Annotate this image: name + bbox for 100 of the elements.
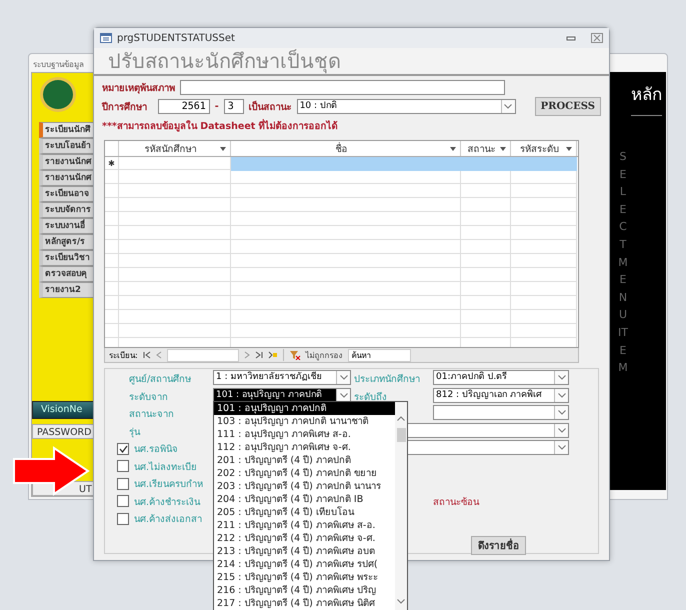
dropdown-option[interactable]: 202 : ปริญญาตรี (4 ปี) ภาคปกติ ขยาย — [214, 467, 395, 480]
next-record-icon[interactable] — [244, 351, 250, 359]
field-label: หมายเหตุพ้นสภาพ — [102, 82, 175, 95]
checkbox-label: นศ.ไม่ลงทะเบีย — [134, 460, 198, 474]
chevron-icon — [340, 392, 348, 398]
sidebar-item[interactable]: ระบบงานอื่ — [39, 218, 95, 234]
first-record-icon[interactable] — [142, 351, 151, 359]
checkbox-label: นศ.ค้างส่งเอกสา — [134, 513, 202, 526]
campus-combo[interactable]: 1 : มหาวิทยาลัยราชภัฏเชีย — [213, 370, 351, 385]
close-icon[interactable] — [591, 33, 603, 43]
sidebar-item[interactable]: รายงาน2 — [39, 282, 95, 298]
dropdown-option[interactable]: 213 : ปริญญาตรี (4 ปี) ภาคพิเศษ อบต — [214, 545, 395, 558]
chevron-icon — [558, 392, 566, 398]
dropdown-option[interactable]: 214 : ปริญญาตรี (4 ปี) ภาคพิเศษ รปศ( — [214, 558, 395, 571]
window-title: prgSTUDENTSTATUSSet — [117, 32, 236, 44]
status-from-combo[interactable] — [433, 405, 569, 420]
dropdown-option[interactable]: 112 : อนุปริญญา ภาคพิเศษ จ-ศ. — [214, 441, 395, 454]
checkbox[interactable] — [117, 512, 129, 525]
navigator-label: ระเบียน: — [109, 350, 138, 362]
emblem-icon — [40, 77, 76, 112]
last-record-icon[interactable] — [254, 351, 263, 359]
dropdown-option[interactable]: 203 : ปริญญาตรี (4 ปี) ภาคปกติ นานาร — [214, 480, 395, 493]
column-header[interactable]: รหัสระดับ — [511, 141, 577, 156]
field-label: รุ่น — [128, 426, 142, 440]
caret-icon — [220, 146, 226, 150]
dropdown-option[interactable]: 103 : อนุปริญญา ภาคปกติ นานาชาติ — [214, 415, 395, 428]
form-heading: ปรับสถานะนักศึกษาเป็นชุด — [94, 48, 609, 76]
caret-icon — [500, 146, 506, 150]
panel-title: หลัก — [631, 80, 662, 116]
filter-toggle[interactable]: ไม่ถูกกรอง — [306, 348, 343, 362]
sidebar-item[interactable]: ระบบจัดการ — [39, 202, 95, 218]
scrollbar[interactable] — [395, 402, 407, 610]
type-combo[interactable]: 01:ภาคปกติ ป.ตรี — [433, 370, 569, 385]
checkbox[interactable] — [117, 478, 129, 490]
checkbox-label: นศ.เรียนครบกำห — [134, 478, 204, 492]
status-combo[interactable]: 10 : ปกติ — [296, 99, 516, 114]
window-title: ระบบฐานข้อมูล — [32, 59, 85, 71]
input-field[interactable] — [180, 80, 505, 95]
level-from-combo[interactable]: 101 : อนุปริญญา ภาคปกติ — [213, 388, 351, 402]
search-field[interactable]: ค้นหา — [348, 348, 411, 362]
sidebar-item[interactable]: รายงานนักศ — [39, 154, 95, 170]
separator-text: - — [214, 101, 219, 112]
input-field[interactable]: 2561 — [158, 99, 210, 114]
form-icon — [100, 33, 112, 43]
sidebar-item[interactable]: ระบบโอนย้า — [39, 138, 95, 154]
dropdown-option[interactable]: 101 : อนุปริญญา ภาคปกติ — [214, 402, 395, 415]
field-label: ระดับถึง — [353, 390, 388, 405]
previous-record-icon[interactable] — [156, 351, 162, 359]
sidebar-item[interactable]: หลักสูตร/ร — [39, 234, 95, 250]
dropdown-option[interactable]: 201 : ปริญญาตรี (4 ปี) ภาคปกติ — [214, 454, 395, 467]
field-label: ประเภทนักศึกษา — [353, 373, 421, 388]
field-label: สถานะจาก — [128, 408, 175, 422]
dropdown-option[interactable]: 215 : ปริญญาตรี (4 ปี) ภาคพิเศษ พระะ — [214, 571, 395, 584]
note-text: ***สามารถลบข้อมูลใน Datasheet ที่ไม่ต้องการออกได้ — [102, 118, 338, 133]
dropdown-option[interactable]: 205 : ปริญญาตรี (4 ปี) เทียบโอน — [214, 506, 395, 519]
warning-text: สถานะซ้อน — [433, 496, 480, 510]
dropdown-option[interactable]: 211 : ปริญญาตรี (4 ปี) ภาคพิเศษ ส-อ. — [214, 519, 395, 532]
checkbox-label: นศ.รอพินิจ — [134, 443, 178, 456]
field-label: เป็นสถานะ — [248, 100, 292, 114]
minimize-icon[interactable] — [566, 34, 576, 42]
vertical-caption: SELECT MENU ITEM — [618, 149, 628, 376]
dropdown-option[interactable]: 212 : ปริญญาตรี (4 ปี) ภาคพิเศษ จ-ศ. — [214, 532, 395, 545]
column-header[interactable]: ชื่อ — [231, 141, 461, 156]
new-record-icon[interactable] — [268, 351, 278, 359]
chevron-icon — [397, 416, 405, 421]
chevron-icon — [558, 428, 566, 432]
chevron-icon — [558, 375, 566, 380]
field-label: ระดับจาก — [128, 390, 169, 405]
chevron-icon — [504, 104, 512, 109]
dropdown-option[interactable]: 111 : อนุปริญญา ภาคพิเศษ ส-อ. — [214, 428, 395, 441]
level-to-combo[interactable]: 812 : ปริญญาเอก ภาคพิเศ — [433, 388, 569, 402]
caret-icon — [450, 146, 456, 150]
new-row-marker: ✱ — [107, 158, 116, 170]
checkbox[interactable] — [117, 460, 129, 472]
chevron-icon — [558, 445, 566, 450]
chevron-icon — [340, 375, 348, 380]
dropdown-option[interactable]: 204 : ปริญญาตรี (4 ปี) ภาคปกติ IB — [214, 493, 395, 506]
chevron-icon — [397, 599, 405, 604]
dropdown-option[interactable]: 216 : ปริญญาตรี (4 ปี) ภาคพิเศษ ปริญ — [214, 584, 395, 597]
caret-icon — [566, 146, 572, 150]
sidebar-item[interactable]: ตรวจสอบคุ — [39, 266, 95, 282]
chevron-icon — [558, 410, 566, 415]
field-label: ศูนย์/สถานศึกษ — [128, 372, 192, 388]
sidebar-item[interactable]: ระเบียนวิชา — [39, 250, 95, 266]
column-header[interactable]: สถานะ — [461, 141, 511, 156]
dropdown-option[interactable]: 217 : ปริญญาตรี (4 ปี) ภาคพิเศษ นิติศ — [214, 597, 395, 610]
fetch-names-button[interactable]: ดึงรายชื่อ — [471, 536, 526, 554]
column-header[interactable]: รหัสนักศึกษา — [119, 141, 231, 156]
checkbox-label: นศ.ค้างชำระเงิน — [134, 496, 200, 509]
scrollbar-thumb[interactable] — [396, 428, 406, 442]
process-button[interactable]: PROCESS — [534, 97, 601, 116]
checkbox[interactable] — [117, 442, 129, 455]
sidebar-item[interactable]: รายงานนักศ — [39, 170, 95, 186]
input-field[interactable]: 3 — [224, 99, 244, 114]
checkbox[interactable] — [117, 495, 129, 508]
field-label: ปีการศึกษา — [102, 100, 147, 114]
sidebar-item[interactable]: ระเบียนนักศึ — [39, 122, 95, 138]
filter-icon[interactable] — [288, 350, 301, 360]
sidebar-item[interactable]: ระเบียนอาจ — [39, 186, 95, 202]
record-field[interactable] — [166, 348, 239, 362]
